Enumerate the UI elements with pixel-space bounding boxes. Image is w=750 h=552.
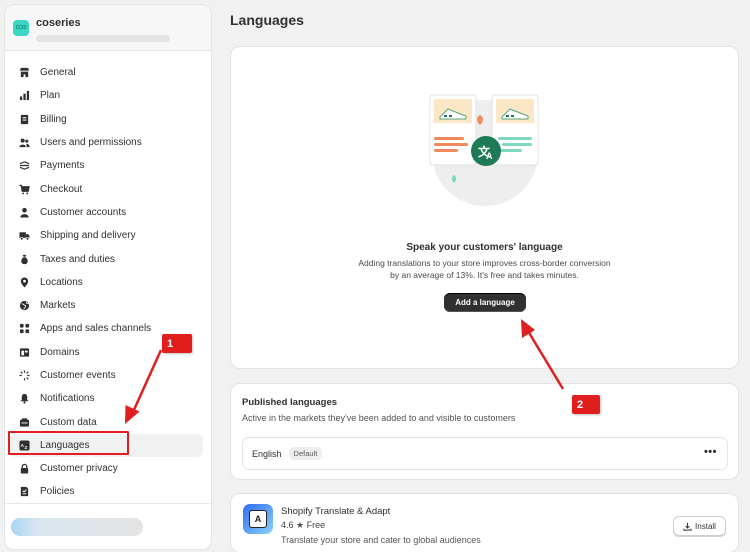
tax-bag-icon — [18, 253, 30, 265]
sidebar-item-billing[interactable]: Billing — [5, 108, 211, 131]
translate-app-card: A Shopify Translate & Adapt 4.6 ★ Free T… — [230, 493, 739, 552]
language-row-english[interactable]: English Default ••• — [242, 437, 728, 470]
sidebar-item-label: Locations — [40, 276, 83, 288]
description-line: Adding translations to your store improv… — [358, 258, 611, 268]
store-name: coseries — [36, 17, 81, 29]
account-footer[interactable] — [5, 503, 211, 549]
sidebar-item-label: Plan — [40, 90, 61, 102]
sidebar-item-label: Shipping and delivery — [40, 230, 136, 242]
plan-chart-icon — [18, 90, 30, 102]
app-name[interactable]: Shopify Translate & Adapt — [281, 506, 390, 517]
translate-app-icon: A — [243, 504, 273, 534]
globe-icon — [18, 300, 30, 312]
events-sparkle-icon — [18, 370, 30, 382]
sidebar-item-label: Checkout — [40, 183, 83, 195]
sidebar-item-checkout[interactable]: Checkout — [5, 177, 211, 200]
store-icon — [18, 67, 30, 79]
translate-glyph-icon: A — [249, 510, 267, 528]
domains-icon — [18, 346, 30, 358]
page-title: Languages — [230, 12, 304, 28]
sidebar-item-label: Markets — [40, 300, 76, 312]
star-icon: ★ — [296, 520, 305, 530]
sidebar-item-label: Policies — [40, 486, 75, 498]
sidebar-item-label: Custom data — [40, 416, 97, 428]
empty-state-description: Adding translations to your store improv… — [231, 258, 738, 281]
svg-text:A: A — [486, 151, 493, 161]
location-pin-icon — [18, 276, 30, 288]
sidebar-item-label: Apps and sales channels — [40, 323, 152, 335]
users-icon — [18, 137, 30, 149]
payments-icon — [18, 160, 30, 172]
language-name: English — [252, 448, 282, 459]
sidebar-item-label: Customer events — [40, 370, 116, 381]
languages-highlight-box — [8, 431, 129, 455]
sidebar-item-customer-accounts[interactable]: Customer accounts — [5, 201, 211, 224]
apps-grid-icon — [18, 323, 30, 335]
bell-icon — [18, 393, 30, 405]
sidebar-item-customer-events[interactable]: Customer events — [5, 364, 211, 387]
settings-sidebar: COS coseries General Plan Billing Users … — [4, 4, 212, 550]
sidebar-item-label: Taxes and duties — [40, 253, 116, 265]
sidebar-item-label: Notifications — [40, 393, 95, 405]
policies-icon — [18, 486, 30, 498]
sidebar-item-payments[interactable]: Payments — [5, 154, 211, 177]
truck-icon — [18, 230, 30, 242]
store-logo: COS — [13, 20, 29, 36]
account-redacted — [11, 517, 143, 536]
store-url-redacted — [36, 35, 170, 42]
more-actions-icon[interactable]: ••• — [704, 446, 717, 458]
sidebar-item-label: Domains — [40, 346, 80, 358]
store-header[interactable]: COS coseries — [5, 5, 211, 51]
sidebar-item-label: General — [40, 67, 76, 79]
sidebar-item-shipping[interactable]: Shipping and delivery — [5, 224, 211, 247]
sidebar-item-taxes[interactable]: Taxes and duties — [5, 247, 211, 270]
add-language-button[interactable]: Add a language — [444, 293, 526, 312]
sidebar-item-label: Customer privacy — [40, 463, 118, 475]
translation-illustration: 文 A — [429, 94, 539, 206]
languages-empty-state-card: 文 A Speak your customers' language Addin… — [230, 46, 739, 369]
sidebar-item-general[interactable]: General — [5, 61, 211, 84]
description-line: by an average of 13%. It's free and take… — [390, 269, 579, 280]
sidebar-item-plan[interactable]: Plan — [5, 84, 211, 107]
section-title: Published languages — [242, 397, 338, 408]
empty-state-title: Speak your customers' language — [406, 242, 563, 253]
default-badge: Default — [288, 447, 323, 460]
section-description: Active in the markets they've been added… — [242, 413, 516, 423]
download-icon — [683, 522, 692, 531]
sidebar-item-label: Customer accounts — [40, 206, 127, 218]
app-description: Translate your store and cater to global… — [281, 535, 481, 545]
sidebar-item-markets[interactable]: Markets — [5, 294, 211, 317]
app-rating: 4.6 ★ Free — [281, 520, 325, 531]
billing-receipt-icon — [18, 113, 30, 125]
published-languages-card: Published languages Active in the market… — [230, 383, 739, 480]
app-price: Free — [306, 520, 326, 530]
install-label: Install — [695, 521, 716, 531]
sidebar-item-locations[interactable]: Locations — [5, 271, 211, 294]
sidebar-item-label: Payments — [40, 160, 85, 172]
sidebar-item-label: Billing — [40, 113, 67, 125]
install-button[interactable]: Install — [673, 516, 726, 536]
cart-icon — [18, 183, 30, 195]
step-marker-1: 1 — [162, 334, 192, 353]
sidebar-item-users[interactable]: Users and permissions — [5, 131, 211, 154]
custom-data-icon — [18, 416, 30, 428]
sidebar-item-notifications[interactable]: Notifications — [5, 387, 211, 410]
lock-icon — [18, 463, 30, 475]
sidebar-item-customer-privacy[interactable]: Customer privacy — [5, 457, 211, 480]
sidebar-item-policies[interactable]: Policies — [5, 480, 211, 503]
person-icon — [18, 206, 30, 218]
rating-value: 4.6 — [281, 520, 294, 530]
sidebar-item-label: Users and permissions — [40, 137, 142, 149]
step-marker-2: 2 — [572, 395, 600, 414]
